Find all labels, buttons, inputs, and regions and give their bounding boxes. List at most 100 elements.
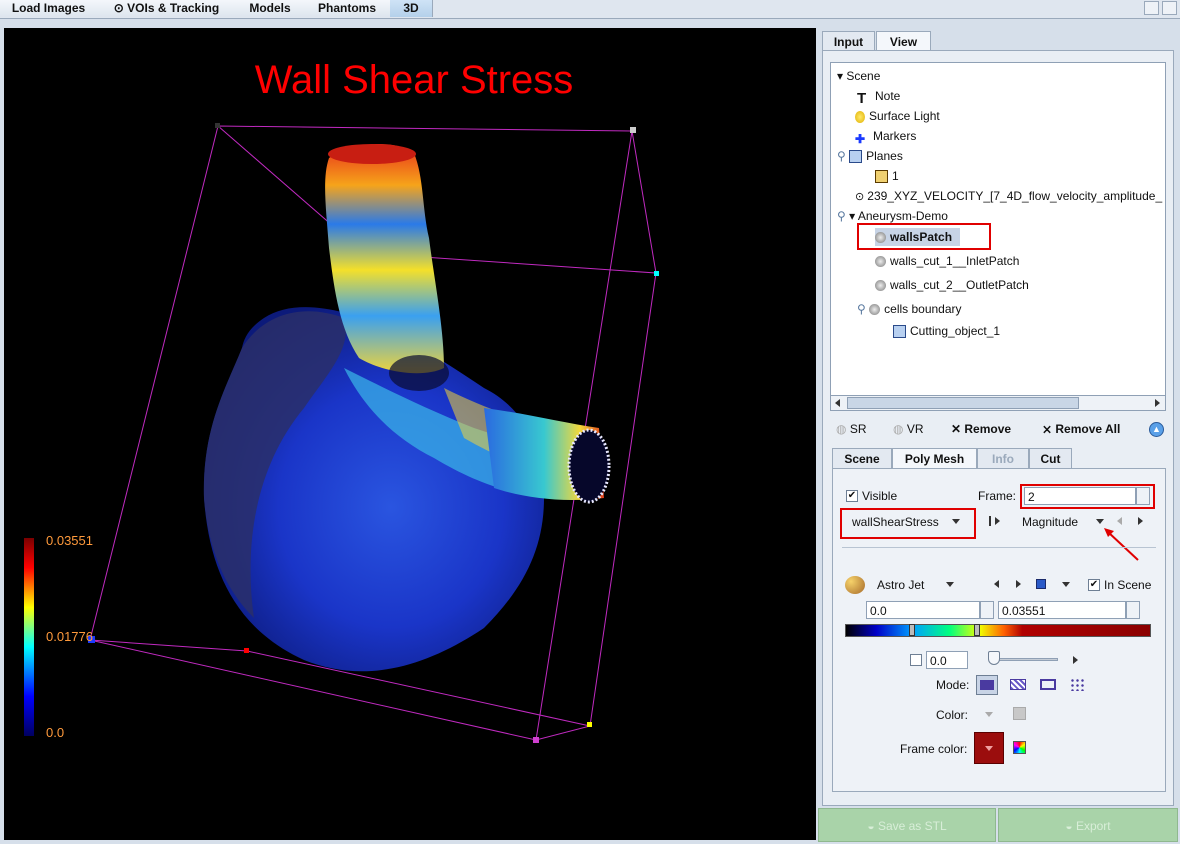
color-picker-icon[interactable] <box>1013 741 1026 754</box>
tree-item-label: Note <box>875 89 901 103</box>
tree-horizontal-scrollbar[interactable] <box>830 395 1166 411</box>
remove-button[interactable]: ✕ Remove <box>951 420 1011 438</box>
range-min-spinner[interactable] <box>980 601 994 619</box>
mode-surface-button[interactable] <box>976 675 998 695</box>
save-stl-label: Save as STL <box>877 819 947 833</box>
range-max-spinner[interactable] <box>1126 601 1140 619</box>
sr-button[interactable]: ◍ SR <box>836 420 866 438</box>
axes-icon: ✚ <box>855 131 866 146</box>
tab-view[interactable]: View <box>876 31 931 51</box>
tree-item-surface-light[interactable]: Surface Light <box>855 107 940 125</box>
opacity-slider-track[interactable] <box>990 658 1058 661</box>
component-select[interactable]: Magnitude <box>1022 515 1078 529</box>
colormap-prev-icon[interactable] <box>994 580 999 588</box>
visible-checkbox[interactable]: ✔ <box>846 490 858 502</box>
close-icon: ✕ <box>951 422 965 436</box>
tab-vois-tracking[interactable]: ⊙ VOIs & Tracking <box>97 0 237 17</box>
tab-3d[interactable]: 3D <box>390 0 433 17</box>
palette-icon[interactable] <box>845 576 865 594</box>
divider <box>842 547 1156 548</box>
range-min-input[interactable]: 0.0 <box>866 601 980 619</box>
tab-input[interactable]: Input <box>822 31 875 51</box>
frame-color-button[interactable] <box>974 732 1004 764</box>
maximize-icon[interactable] <box>1162 1 1177 15</box>
remove-all-label: Remove All <box>1055 422 1121 436</box>
tree-item-outlet-patch[interactable]: walls_cut_2__OutletPatch <box>875 276 1029 294</box>
opacity-slider-thumb[interactable] <box>988 651 1000 665</box>
tree-item-label: cells boundary <box>884 302 962 316</box>
sr-icon: ◍ <box>836 422 850 436</box>
tree-item-planes[interactable]: ⚲ Planes <box>837 147 903 165</box>
transparency-checkbox[interactable] <box>910 654 922 666</box>
scalar-next-icon[interactable] <box>995 517 1000 525</box>
tree-item-cells-boundary[interactable]: ⚲ cells boundary <box>857 300 962 318</box>
opacity-input[interactable]: 0.0 <box>926 651 968 669</box>
color-dropdown-icon[interactable] <box>985 712 993 717</box>
save-stl-button[interactable]: ◒ Save as STL <box>818 808 996 842</box>
tree-item-plane-1[interactable]: 1 <box>875 167 899 185</box>
tab-cut[interactable]: Cut <box>1029 448 1072 468</box>
tab-vois-tracking-label: VOIs & Tracking <box>127 1 220 15</box>
tree-item-velocity-image[interactable]: ⊙ 239_XYZ_VELOCITY_[7_4D_flow_velocity_a… <box>855 187 1162 205</box>
collapse-icon[interactable]: ▾ <box>849 209 858 223</box>
color-label: Color: <box>936 708 969 722</box>
mode-dropdown-icon[interactable] <box>1062 582 1070 587</box>
surface-mode-icon <box>980 680 994 690</box>
colormap-bar[interactable] <box>845 624 1151 637</box>
vr-icon: ◍ <box>893 422 907 436</box>
remove-all-button[interactable]: ⨯ Remove All <box>1042 420 1120 438</box>
tree-item-label: 1 <box>892 169 899 183</box>
scroll-right-icon[interactable] <box>1155 399 1160 407</box>
remove-label: Remove <box>964 422 1012 436</box>
tree-item-markers[interactable]: ✚ Markers <box>855 127 916 146</box>
cut-object-icon <box>893 325 906 339</box>
tree-item-label: 239_XYZ_VELOCITY_[7_4D_flow_velocity_amp… <box>867 189 1163 203</box>
tab-phantoms[interactable]: Phantoms <box>304 0 391 17</box>
cube-icon[interactable] <box>1036 579 1046 589</box>
scroll-left-icon[interactable] <box>835 399 840 407</box>
colormap-dropdown-icon[interactable] <box>946 582 954 587</box>
collapse-icon[interactable]: ▾ <box>837 69 846 83</box>
colormap-next-icon[interactable] <box>1016 580 1021 588</box>
light-bulb-icon <box>855 110 865 123</box>
tree-item-cutting-object[interactable]: Cutting_object_1 <box>893 322 1000 340</box>
plane-icon <box>875 170 888 184</box>
expand-handle-icon[interactable]: ⚲ <box>837 149 846 163</box>
export-label: Export <box>1075 819 1111 833</box>
highlight-scalar <box>840 508 976 539</box>
tab-poly-mesh[interactable]: Poly Mesh <box>892 448 977 468</box>
wireframe-surface-icon[interactable] <box>1010 679 1026 690</box>
range-max-input[interactable]: 0.03551 <box>998 601 1126 619</box>
restore-icon[interactable] <box>1144 1 1159 15</box>
color-swatch[interactable] <box>1013 707 1026 720</box>
step-bar-icon <box>989 516 991 526</box>
text-icon: T <box>857 89 867 107</box>
vr-button[interactable]: ◍ VR <box>893 420 923 438</box>
opacity-play-icon[interactable] <box>1073 656 1078 664</box>
tree-item-inlet-patch[interactable]: walls_cut_1__InletPatch <box>875 252 1019 270</box>
visible-label: Visible <box>862 489 898 503</box>
tree-item-note[interactable]: T Note <box>857 87 901 107</box>
collapse-up-icon[interactable]: ▲ <box>1149 422 1164 437</box>
tree-item-scene[interactable]: ▾ Scene <box>837 67 880 85</box>
colormap-handle-max[interactable] <box>974 624 980 636</box>
colormap-select[interactable]: Astro Jet <box>877 578 924 592</box>
expand-handle-icon[interactable]: ⚲ <box>837 209 846 223</box>
colormap-legend <box>24 538 34 736</box>
legend-mid-label: 0.01776 <box>46 629 93 644</box>
mesh-icon <box>875 256 886 268</box>
tab-scene[interactable]: Scene <box>832 448 892 468</box>
scroll-thumb[interactable] <box>847 397 1079 409</box>
target-icon: ⊙ <box>855 191 868 203</box>
planes-icon <box>849 150 863 164</box>
3d-viewport[interactable]: Wall Shear Stress 0.03551 0.01776 0.0 <box>4 28 816 840</box>
tab-info[interactable]: Info <box>977 448 1029 468</box>
points-icon[interactable] <box>1070 678 1086 691</box>
in-scene-checkbox[interactable]: ✔ <box>1088 579 1100 591</box>
tab-load-images[interactable]: Load Images <box>0 0 98 17</box>
export-button[interactable]: ◒ Export <box>998 808 1178 842</box>
expand-handle-icon[interactable]: ⚲ <box>857 302 866 316</box>
tab-models[interactable]: Models <box>236 0 305 17</box>
wireframe-icon[interactable] <box>1040 679 1056 690</box>
colormap-handle-mid[interactable] <box>909 624 915 636</box>
